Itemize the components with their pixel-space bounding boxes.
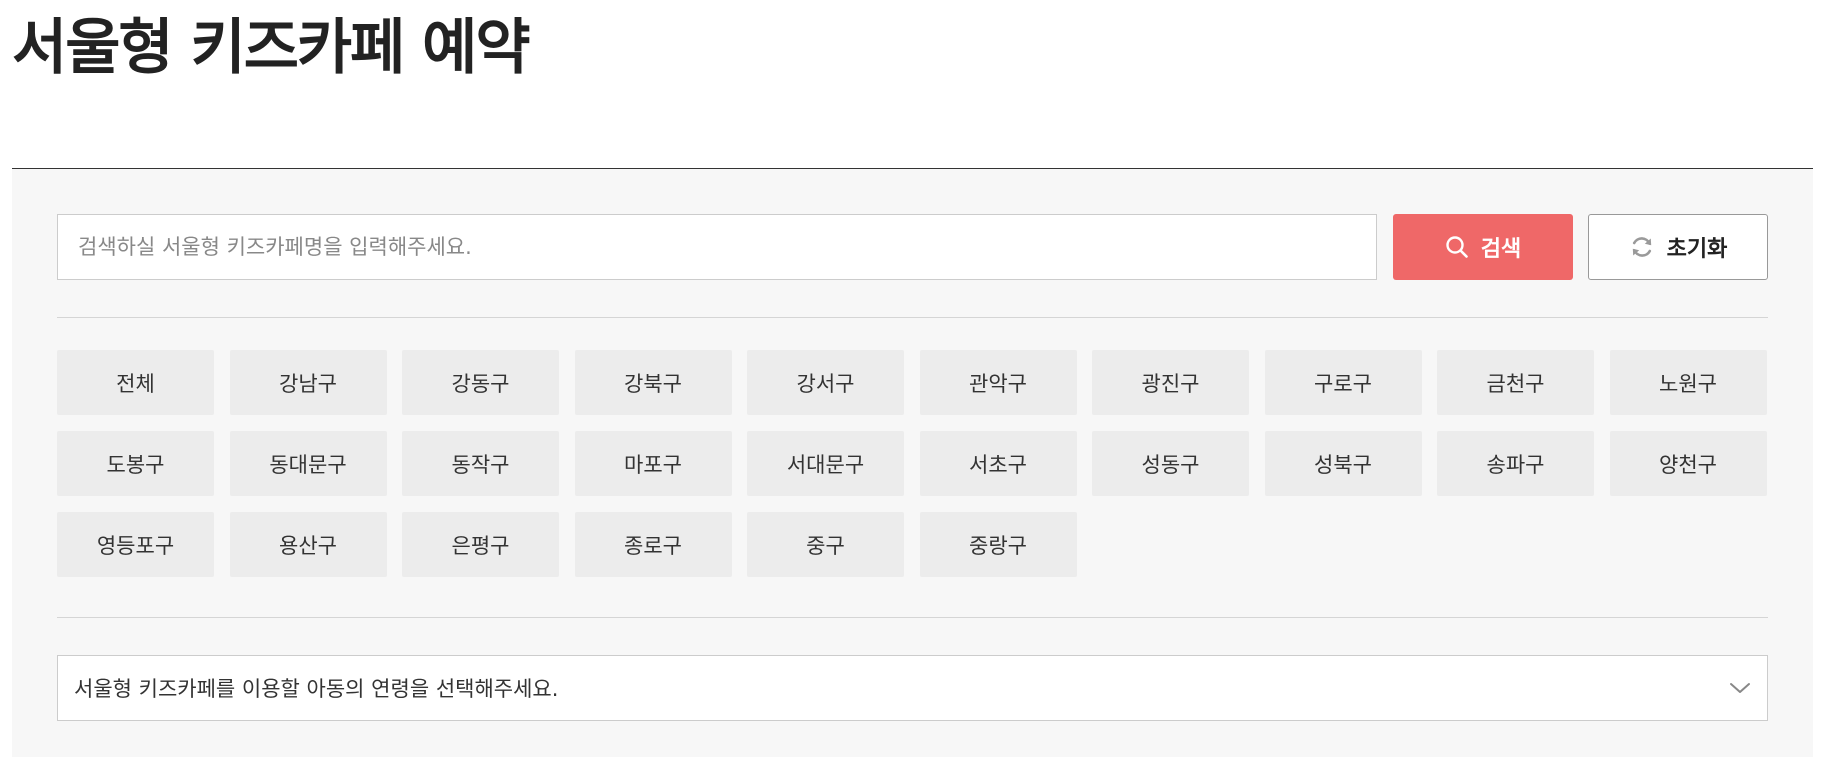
district-button[interactable]: 강남구 — [229, 350, 387, 415]
reset-button[interactable]: 초기화 — [1588, 214, 1768, 280]
district-button[interactable]: 종로구 — [574, 512, 732, 577]
age-select-dropdown[interactable]: 서울형 키즈카페를 이용할 아동의 연령을 선택해주세요. — [57, 655, 1768, 721]
search-row: 검색 초기화 — [57, 214, 1768, 280]
divider — [57, 317, 1768, 318]
district-button[interactable]: 중구 — [747, 512, 904, 577]
district-button[interactable]: 송파구 — [1437, 431, 1594, 496]
district-button[interactable]: 서초구 — [919, 431, 1077, 496]
district-filter-grid: 전체 강남구 강동구 강북구 강서구 관악구 광진구 구로구 금천구 노원구 도… — [57, 350, 1768, 577]
district-button[interactable]: 영등포구 — [57, 512, 214, 577]
district-button[interactable]: 노원구 — [1609, 350, 1767, 415]
search-panel: 검색 초기화 전체 강남구 강동구 강북구 강서구 — [12, 168, 1813, 757]
search-button-label: 검색 — [1480, 237, 1522, 262]
district-button[interactable]: 금천구 — [1437, 350, 1594, 415]
age-select-label: 서울형 키즈카페를 이용할 아동의 연령을 선택해주세요. — [74, 677, 559, 701]
page-title: 서울형 키즈카페 예약 — [12, 13, 531, 83]
district-button[interactable]: 강북구 — [574, 350, 732, 415]
search-input[interactable] — [57, 214, 1377, 280]
district-button[interactable]: 도봉구 — [57, 431, 214, 496]
district-button[interactable]: 서대문구 — [747, 431, 904, 496]
district-button[interactable]: 양천구 — [1609, 431, 1767, 496]
page: 서울형 키즈카페 예약 검색하실 서울형 키즈카페명을 입력해주세요. 검색 초… — [0, 0, 1828, 757]
search-icon — [1445, 235, 1469, 259]
district-button[interactable]: 전체 — [57, 350, 214, 415]
district-button[interactable]: 마포구 — [574, 431, 732, 496]
district-button[interactable]: 성동구 — [1092, 431, 1249, 496]
district-button[interactable]: 광진구 — [1092, 350, 1249, 415]
district-button[interactable]: 성북구 — [1264, 431, 1422, 496]
district-button[interactable]: 강서구 — [747, 350, 904, 415]
refresh-icon — [1629, 234, 1655, 260]
search-button[interactable]: 검색 — [1393, 214, 1573, 280]
chevron-down-icon — [1729, 681, 1751, 695]
divider — [57, 617, 1768, 618]
district-button[interactable]: 강동구 — [402, 350, 559, 415]
reset-button-label: 초기화 — [1666, 237, 1728, 262]
district-button[interactable]: 동대문구 — [229, 431, 387, 496]
district-button[interactable]: 관악구 — [919, 350, 1077, 415]
district-button[interactable]: 은평구 — [402, 512, 559, 577]
district-button[interactable]: 중랑구 — [919, 512, 1077, 577]
district-button[interactable]: 용산구 — [229, 512, 387, 577]
district-button[interactable]: 구로구 — [1264, 350, 1422, 415]
district-button[interactable]: 동작구 — [402, 431, 559, 496]
